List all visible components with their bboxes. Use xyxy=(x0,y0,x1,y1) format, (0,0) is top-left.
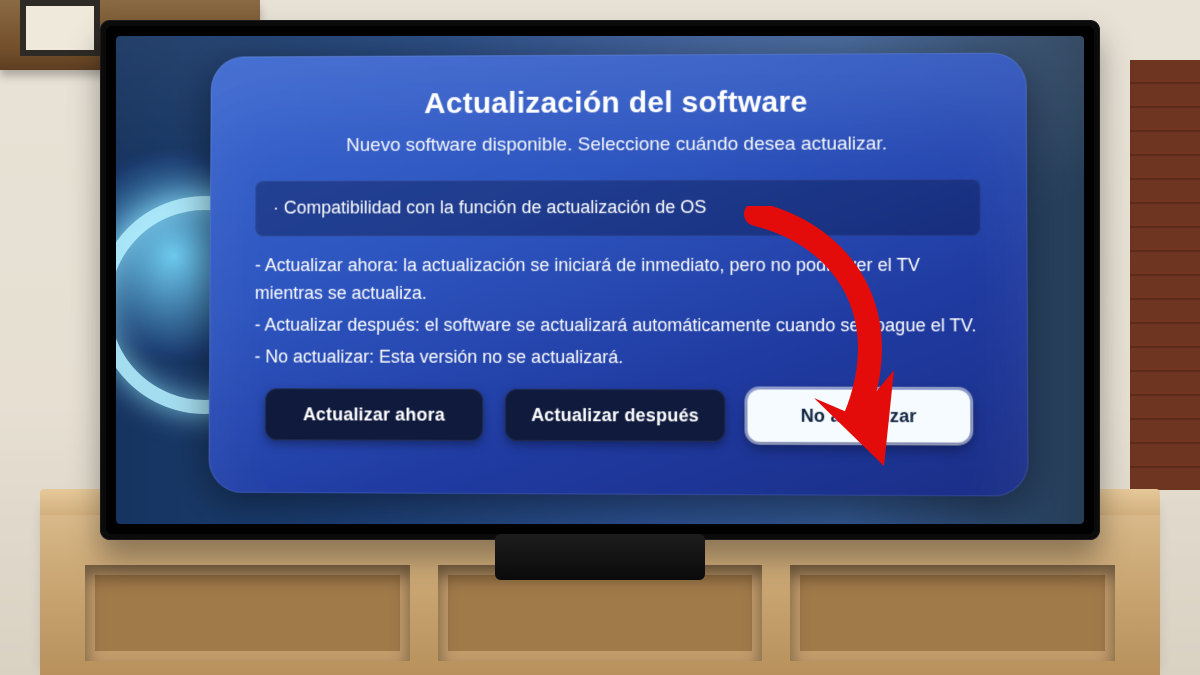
desc-update-later: - Actualizar después: el software se act… xyxy=(255,311,981,340)
update-now-button[interactable]: Actualizar ahora xyxy=(265,389,483,442)
tv-frame: Actualización del software Nuevo softwar… xyxy=(100,20,1100,540)
release-notes-line: · Compatibilidad con la función de actua… xyxy=(273,197,706,218)
update-later-button[interactable]: Actualizar después xyxy=(505,389,725,442)
photo-scene: Actualización del software Nuevo softwar… xyxy=(0,0,1200,675)
dialog-title: Actualización del software xyxy=(256,85,980,122)
picture-frame xyxy=(20,0,100,56)
desc-update-now: - Actualizar ahora: la actualización se … xyxy=(255,252,981,308)
option-descriptions: - Actualizar ahora: la actualización se … xyxy=(254,252,981,373)
no-update-button[interactable]: No actualizar xyxy=(747,390,970,443)
release-notes-panel: · Compatibilidad con la función de actua… xyxy=(255,179,980,236)
dialog-subtitle: Nuevo software disponible. Seleccione cu… xyxy=(256,133,981,157)
brick-wall xyxy=(1130,60,1200,490)
tv-screen: Actualización del software Nuevo softwar… xyxy=(116,36,1084,524)
desc-no-update: - No actualizar: Esta versión no se actu… xyxy=(254,343,981,372)
tv-stand-foot xyxy=(495,534,705,580)
software-update-dialog: Actualización del software Nuevo softwar… xyxy=(208,53,1028,497)
dialog-button-row: Actualizar ahora Actualizar después No a… xyxy=(254,389,981,443)
